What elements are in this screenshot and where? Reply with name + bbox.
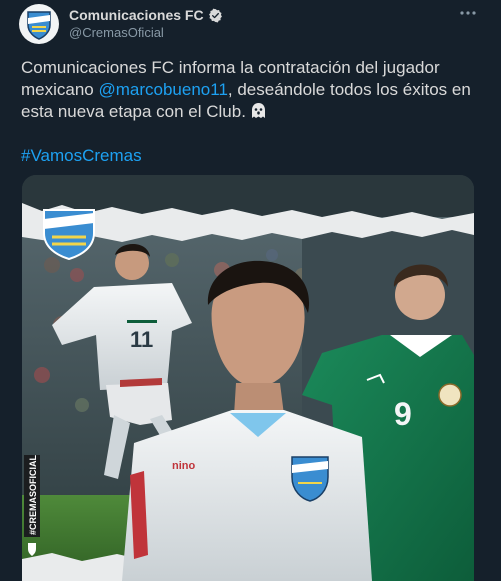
tweet-card[interactable]: Comunicaciones FC @CremasOficial Comunic… <box>0 0 501 581</box>
left-jersey-number: 11 <box>130 327 153 352</box>
more-options-icon[interactable] <box>458 5 478 21</box>
side-hashtag-label: #CREMASOFICIAL <box>28 454 38 535</box>
tweet-text: Comunicaciones FC informa la contratació… <box>21 57 481 123</box>
player-announcement-graphic: 11 9 nino #CREMASOFICIAL <box>22 175 474 581</box>
mention-link[interactable]: @marcobueno11 <box>98 80 227 99</box>
author-handle[interactable]: @CremasOficial <box>69 25 164 40</box>
author-name-row[interactable]: Comunicaciones FC <box>69 7 223 23</box>
shirt-brand-label: nino <box>172 460 195 472</box>
ghost-icon <box>251 103 265 118</box>
hashtag-link[interactable]: #VamosCremas <box>21 145 142 167</box>
author-display-name[interactable]: Comunicaciones FC <box>69 7 204 23</box>
comunicaciones-crest-icon <box>27 11 51 40</box>
avatar[interactable] <box>19 4 59 44</box>
tweet-media-image[interactable]: 11 9 nino #CREMASOFICIAL <box>22 175 474 581</box>
verified-badge-icon <box>208 8 222 22</box>
right-jersey-number: 9 <box>394 396 412 432</box>
